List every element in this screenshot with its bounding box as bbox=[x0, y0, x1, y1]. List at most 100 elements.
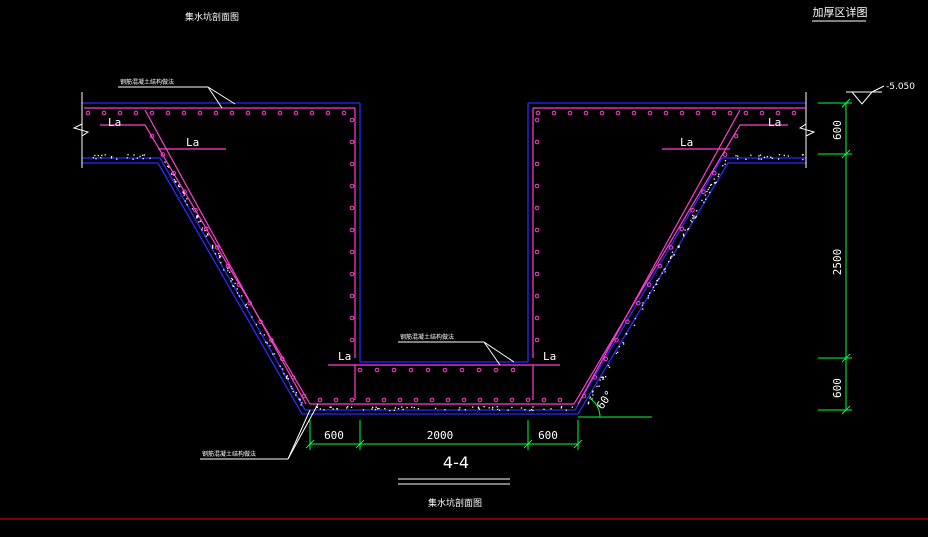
rebar-dot bbox=[791, 110, 797, 116]
rebar-dot bbox=[534, 227, 540, 233]
concrete-grain bbox=[290, 386, 292, 388]
concrete-grain bbox=[183, 194, 185, 196]
concrete-grain bbox=[670, 256, 672, 258]
callout-mid: 钢筋混凝土结构做法 bbox=[398, 333, 515, 366]
concrete-grain bbox=[292, 391, 294, 393]
concrete-grain bbox=[299, 399, 301, 401]
concrete-grain bbox=[199, 220, 202, 222]
concrete-grain bbox=[664, 271, 666, 273]
concrete-grain bbox=[234, 282, 236, 285]
concrete-grain bbox=[634, 317, 637, 320]
concrete-grain bbox=[713, 178, 715, 180]
concrete-grain bbox=[263, 334, 265, 336]
rebar-dot bbox=[277, 110, 283, 116]
concrete-grain bbox=[750, 154, 752, 156]
rebar-dot bbox=[133, 110, 139, 116]
concrete-grain bbox=[227, 267, 229, 270]
concrete-grain bbox=[560, 406, 563, 408]
concrete-grain bbox=[397, 408, 400, 410]
concrete-grain bbox=[641, 304, 644, 306]
concrete-grain bbox=[599, 379, 601, 381]
rebar-dot bbox=[459, 367, 465, 373]
concrete-grain bbox=[132, 158, 134, 160]
la-label-left-top: La bbox=[108, 116, 121, 129]
concrete-grain bbox=[186, 204, 188, 206]
concrete-grain bbox=[587, 401, 590, 403]
concrete-grain bbox=[707, 188, 709, 191]
rebar-dot bbox=[365, 397, 371, 403]
rebar-lines bbox=[84, 107, 806, 405]
concrete-grain bbox=[417, 408, 420, 410]
concrete-grain bbox=[269, 345, 271, 347]
concrete-grain bbox=[678, 246, 680, 248]
concrete-grain bbox=[126, 157, 128, 159]
rebar-dot bbox=[534, 205, 540, 211]
la-label-pit-left: La bbox=[338, 350, 351, 363]
concrete-grain bbox=[683, 235, 685, 237]
concrete-grain bbox=[701, 199, 703, 201]
concrete-grain bbox=[703, 201, 705, 204]
rebar-dot bbox=[493, 367, 499, 373]
rebar-dot bbox=[349, 205, 355, 211]
concrete-grain bbox=[191, 208, 194, 210]
concrete-grain bbox=[273, 353, 276, 355]
rebar-dot bbox=[541, 397, 547, 403]
concrete-grain bbox=[691, 221, 693, 223]
concrete-grain bbox=[204, 229, 206, 232]
concrete-grain bbox=[671, 255, 673, 257]
rebar-dot bbox=[245, 110, 251, 116]
rebar-dot bbox=[229, 110, 235, 116]
concrete-grain bbox=[783, 154, 785, 157]
concrete-grain bbox=[530, 408, 533, 411]
concrete-grain bbox=[201, 229, 203, 231]
rebar-dot bbox=[165, 110, 171, 116]
rebar-dot bbox=[759, 110, 765, 116]
concrete-grain bbox=[371, 408, 373, 410]
concrete-grain bbox=[690, 219, 692, 222]
concrete-grain bbox=[608, 366, 611, 369]
rebar-dot bbox=[534, 293, 540, 299]
concrete-grain bbox=[286, 375, 288, 377]
concrete-grain bbox=[602, 378, 604, 380]
concrete-grain bbox=[231, 277, 233, 280]
concrete-grain bbox=[737, 155, 739, 157]
rebar-dot bbox=[349, 117, 355, 123]
concrete-grain bbox=[295, 394, 297, 396]
concrete-grain bbox=[511, 406, 513, 409]
concrete-grain bbox=[266, 342, 268, 344]
callout-top-text: 钢筋混凝土结构做法 bbox=[120, 78, 174, 86]
concrete-grain bbox=[287, 378, 289, 380]
concrete-grain bbox=[714, 182, 716, 184]
concrete-grain bbox=[601, 376, 604, 378]
concrete-grain bbox=[488, 407, 490, 409]
rebar-dot bbox=[429, 397, 435, 403]
rebar-dot bbox=[261, 110, 267, 116]
concrete-grain bbox=[196, 217, 198, 219]
concrete-grain bbox=[178, 185, 180, 187]
elevation-mark: -5.050 bbox=[846, 82, 915, 105]
concrete-grain bbox=[186, 198, 188, 200]
concrete-grain bbox=[139, 155, 141, 158]
concrete-grain bbox=[529, 409, 531, 412]
concrete-grain bbox=[616, 351, 619, 353]
concrete-grain bbox=[97, 154, 100, 157]
concrete-grain bbox=[211, 245, 214, 247]
rebar-dot bbox=[534, 315, 540, 321]
concrete-grain bbox=[642, 308, 644, 310]
concrete-grains bbox=[92, 154, 804, 412]
concrete-grain bbox=[693, 217, 695, 219]
concrete-grain bbox=[571, 406, 574, 408]
concrete-grain bbox=[227, 270, 229, 272]
rebar-dot bbox=[647, 110, 653, 116]
concrete-grain bbox=[763, 156, 766, 158]
concrete-grain bbox=[724, 163, 726, 165]
concrete-grain bbox=[655, 283, 658, 285]
concrete-grain bbox=[647, 297, 649, 299]
rebar-dot bbox=[663, 110, 669, 116]
concrete-grain bbox=[100, 157, 102, 159]
concrete-grain bbox=[715, 181, 717, 183]
concrete-grain bbox=[777, 158, 780, 160]
rebar-dot bbox=[349, 397, 355, 403]
concrete-grain bbox=[524, 409, 526, 411]
rebar-dot bbox=[743, 110, 749, 116]
